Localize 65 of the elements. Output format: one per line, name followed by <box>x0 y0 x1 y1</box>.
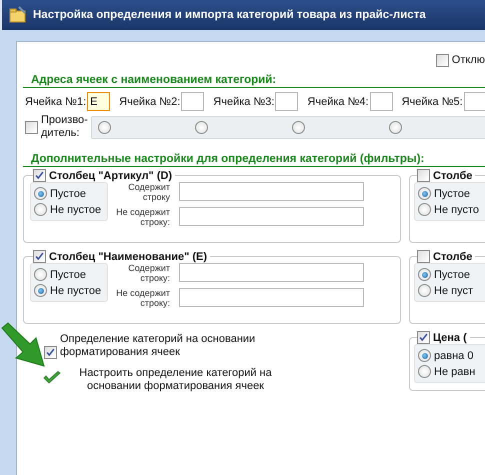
radio-button[interactable] <box>418 284 431 297</box>
checkbox[interactable] <box>33 250 46 263</box>
radio-label: Пустое <box>434 268 470 280</box>
checkbox-label: Произво-дитель: <box>41 114 89 140</box>
group-title: Столбец "Наименование" (E) <box>49 250 208 262</box>
section-heading: Дополнительные настройки для определения категорий (фильтры): <box>23 153 485 167</box>
radio-button[interactable] <box>418 203 431 216</box>
radio-button[interactable] <box>418 268 431 281</box>
field-label: Содержит строку: <box>127 263 170 283</box>
radio-button[interactable] <box>195 120 208 134</box>
radio-button[interactable] <box>418 187 431 200</box>
field-label: Не содержит строку: <box>115 207 170 227</box>
cell-label: Ячейка №4: <box>307 96 369 108</box>
group-title: Столбе <box>433 170 472 182</box>
radio-label: Не пустое <box>50 204 102 216</box>
checkbox-label: Отклю <box>452 54 485 66</box>
radio-button[interactable] <box>98 120 111 134</box>
field-label: Не содержит строку: <box>115 288 170 308</box>
input-field[interactable]: E <box>87 92 110 111</box>
radio-label: Пустое <box>50 268 86 280</box>
checkbox[interactable] <box>417 331 430 344</box>
radio-label: Не пуст <box>434 284 473 296</box>
section-heading: Адреса ячеек с наименованием категорий: <box>23 74 485 88</box>
radio-button[interactable] <box>34 203 47 216</box>
input-field[interactable] <box>275 92 298 111</box>
radio-label: Пустое <box>434 188 470 200</box>
checkmark-icon <box>43 371 61 385</box>
radio-button[interactable] <box>389 120 402 134</box>
radio-label: равна 0 <box>434 350 474 362</box>
radio-label: Не равн <box>434 366 476 378</box>
input-field[interactable] <box>179 263 364 282</box>
radio-button[interactable] <box>34 268 47 281</box>
checkbox[interactable] <box>417 250 430 263</box>
radio-label: Не пусто <box>434 204 479 216</box>
group-title: Столбе <box>433 250 472 262</box>
input-field[interactable] <box>179 207 364 226</box>
arrow-icon <box>0 322 46 368</box>
input-field[interactable] <box>179 182 364 201</box>
settings-link[interactable]: Настроить определение категорий на основании форматирования ячеек <box>63 367 288 393</box>
cell-label: Ячейка №1: <box>25 96 86 108</box>
input-field[interactable] <box>464 92 485 111</box>
group-title: Столбец "Артикул" (D) <box>49 170 172 182</box>
radio-button[interactable] <box>418 365 431 378</box>
group-title: Цена ( <box>433 332 467 344</box>
checkbox[interactable] <box>436 54 449 66</box>
input-field[interactable] <box>370 92 393 111</box>
cell-label: Ячейка №3: <box>213 96 274 108</box>
folder-icon <box>9 6 27 24</box>
checkbox[interactable] <box>33 169 46 182</box>
radio-button[interactable] <box>292 120 305 134</box>
cell-label: Ячейка №5: <box>402 96 463 108</box>
radio-label: Не пустое <box>50 284 102 296</box>
checkbox[interactable] <box>25 120 38 134</box>
cell-label: Ячейка №2: <box>119 96 180 108</box>
input-field[interactable] <box>181 92 204 111</box>
radio-button[interactable] <box>34 284 47 297</box>
radio-button[interactable] <box>418 349 431 362</box>
radio-label: Пустое <box>50 188 86 200</box>
field-label: Содержит строку <box>127 182 170 202</box>
checkbox[interactable] <box>417 169 430 182</box>
radio-button[interactable] <box>34 187 47 200</box>
checkbox[interactable] <box>44 346 57 359</box>
checkbox-label: Определение категорий на основании форматирования ячеек <box>60 333 256 359</box>
input-field[interactable] <box>179 288 364 307</box>
window-title: Настройка определения и импорта категорий товара из прайс-листа <box>33 9 426 21</box>
